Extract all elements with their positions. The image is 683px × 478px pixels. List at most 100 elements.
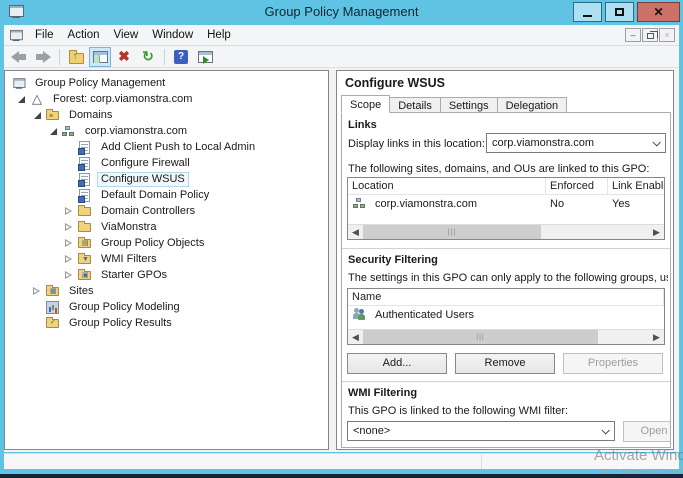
tab-settings[interactable]: Settings <box>440 97 498 113</box>
help-button[interactable]: ? <box>170 47 192 67</box>
minimize-button[interactable] <box>573 2 602 22</box>
links-table-scrollbar[interactable]: ◀ ||| ▶ <box>348 224 664 239</box>
tree-item[interactable]: ≡ Domains <box>5 107 328 123</box>
child-close-button[interactable]: × <box>659 28 675 42</box>
menu-item-view[interactable]: View <box>107 26 146 44</box>
maximize-button[interactable] <box>605 2 634 22</box>
tree-expander-icon[interactable] <box>61 235 77 251</box>
tree-expander-icon[interactable] <box>45 123 61 139</box>
menu-item-file[interactable]: File <box>28 26 61 44</box>
tree-item[interactable]: Group Policy Management <box>5 75 328 91</box>
scroll-left-icon[interactable]: ◀ <box>348 330 363 344</box>
tree-item[interactable]: Configure Firewall <box>5 155 328 171</box>
expander-spacer <box>29 299 45 315</box>
tree-item[interactable]: Default Domain Policy <box>5 187 328 203</box>
tab-scope[interactable]: Scope <box>341 95 390 113</box>
location-dropdown[interactable]: corp.viamonstra.com <box>486 133 666 153</box>
tree-item-label: ViaMonstra <box>97 220 160 235</box>
close-button[interactable]: ✕ <box>637 2 680 22</box>
delete-button[interactable]: ✖ <box>113 47 135 67</box>
menu-item-action[interactable]: Action <box>61 26 107 44</box>
show-console-tree-button[interactable] <box>89 47 111 67</box>
modeling-icon <box>45 300 61 315</box>
forward-arrow-icon <box>35 51 51 63</box>
linked-gpo-label: The following sites, domains, and OUs ar… <box>348 163 668 175</box>
wmi-filtering-description: This GPO is linked to the following WMI … <box>348 405 668 417</box>
tree-item-label: Group Policy Modeling <box>65 300 184 315</box>
menu-item-help[interactable]: Help <box>200 26 238 44</box>
tree-item[interactable]: ▣Starter GPOs <box>5 267 328 283</box>
scrollbar-thumb[interactable]: ||| <box>363 225 541 239</box>
tree-item[interactable]: △Forest: corp.viamonstra.com <box>5 91 328 107</box>
expander-spacer <box>61 155 77 171</box>
tree-item[interactable]: corp.viamonstra.com <box>5 123 328 139</box>
security-table: Name Authenticated Users ◀ ||| ▶ <box>347 288 665 345</box>
scroll-right-icon[interactable]: ▶ <box>649 330 664 344</box>
menu-item-window[interactable]: Window <box>145 26 200 44</box>
security-filtering-description: The settings in this GPO can only apply … <box>348 272 668 284</box>
console-icon <box>11 76 27 91</box>
remove-button[interactable]: Remove <box>455 353 555 374</box>
tree-item[interactable]: Configure WSUS <box>5 171 328 187</box>
tree-item[interactable]: Domain Controllers <box>5 203 328 219</box>
tree-expander-icon[interactable] <box>61 219 77 235</box>
tree-item[interactable]: ▦Sites <box>5 283 328 299</box>
results-pane: Configure WSUS ScopeDetailsSettingsDeleg… <box>336 70 674 450</box>
tree-item[interactable]: ▤Group Policy Objects <box>5 235 328 251</box>
console-icon <box>9 29 23 42</box>
tree-expander-icon[interactable] <box>13 91 29 107</box>
table-row[interactable]: corp.viamonstra.comNoYes <box>348 195 664 212</box>
column-header-name[interactable]: Name <box>348 289 664 306</box>
tree-item-label: Sites <box>65 284 97 299</box>
export-list-button[interactable] <box>194 47 216 67</box>
child-minimize-button[interactable]: – <box>625 28 641 42</box>
starter-folder-icon: ▣ <box>77 268 93 283</box>
back-button[interactable] <box>8 47 30 67</box>
open-button[interactable]: Open <box>623 421 671 442</box>
gpo-icon <box>77 188 93 203</box>
column-header-link-enabled[interactable]: Link Enabled <box>608 178 665 195</box>
users-icon <box>352 307 368 322</box>
delete-x-icon: ✖ <box>118 48 130 65</box>
forward-button[interactable] <box>32 47 54 67</box>
column-header-location[interactable]: Location <box>348 178 546 195</box>
scrollbar-thumb[interactable]: ||| <box>363 330 598 344</box>
status-bar <box>4 453 679 469</box>
tree-item[interactable]: ✓Group Policy Results <box>5 315 328 331</box>
tree-item-label: Domains <box>65 108 116 123</box>
column-header-enforced[interactable]: Enforced <box>546 178 608 195</box>
enforced-cell: No <box>546 198 608 210</box>
tree-expander-icon[interactable] <box>61 267 77 283</box>
tree-item[interactable]: Add Client Push to Local Admin <box>5 139 328 155</box>
tree-item[interactable]: Group Policy Modeling <box>5 299 328 315</box>
links-table-header[interactable]: LocationEnforcedLink Enabled <box>348 178 664 195</box>
tree-expander-icon[interactable] <box>61 251 77 267</box>
up-one-level-button[interactable]: ↑ <box>65 47 87 67</box>
scroll-left-icon[interactable]: ◀ <box>348 225 363 239</box>
scroll-right-icon[interactable]: ▶ <box>649 225 664 239</box>
tree-expander-icon[interactable] <box>29 283 45 299</box>
chevron-down-icon <box>652 138 660 146</box>
tree-item[interactable]: ▼WMI Filters <box>5 251 328 267</box>
back-arrow-icon <box>11 51 27 63</box>
wmi-filter-dropdown[interactable]: <none> <box>347 421 615 441</box>
tree-item[interactable]: ViaMonstra <box>5 219 328 235</box>
table-row[interactable]: Authenticated Users <box>348 306 664 323</box>
tree-item-label: Default Domain Policy <box>97 188 213 203</box>
title-bar[interactable]: Group Policy Management ✕ <box>0 0 683 25</box>
expander-spacer <box>29 315 45 331</box>
maximize-icon <box>615 8 624 16</box>
security-filtering-heading: Security Filtering <box>348 254 438 266</box>
security-table-scrollbar[interactable]: ◀ ||| ▶ <box>348 329 664 344</box>
domains-folder-icon: ≡ <box>45 108 61 123</box>
refresh-button[interactable]: ↻ <box>137 47 159 67</box>
tree-expander-icon[interactable] <box>61 203 77 219</box>
tab-details[interactable]: Details <box>389 97 441 113</box>
security-table-header[interactable]: Name <box>348 289 664 306</box>
tree-item-label: Group Policy Objects <box>97 236 208 251</box>
properties-button[interactable]: Properties <box>563 353 663 374</box>
add-button[interactable]: Add... <box>347 353 447 374</box>
tree-expander-icon[interactable] <box>29 107 45 123</box>
tab-delegation[interactable]: Delegation <box>497 97 568 113</box>
child-restore-button[interactable] <box>642 28 658 42</box>
